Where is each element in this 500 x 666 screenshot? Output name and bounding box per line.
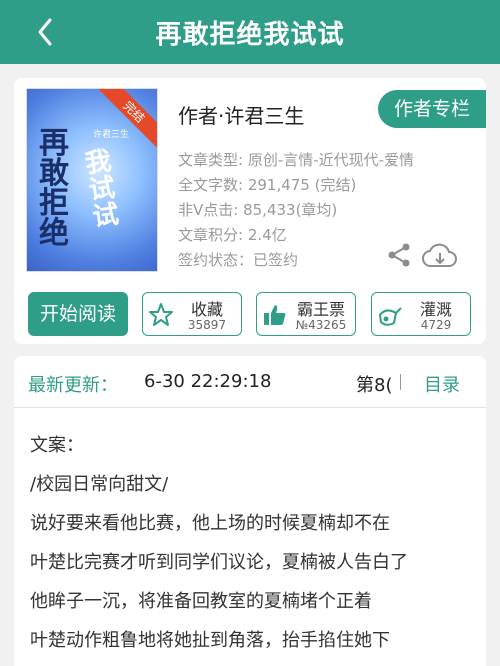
content-panel: 最新更新： 6-30 22:29:18 第8( 目录 文案： /校园日常向甜文/… (14, 356, 486, 666)
author-column-button[interactable]: 作者专栏 (378, 90, 486, 128)
cover-title-part-b: 我试试 (83, 146, 121, 233)
favorite-button[interactable]: 收藏 35897 (142, 292, 242, 336)
page-title: 再敢拒绝我试试 (155, 20, 345, 50)
directory-link[interactable]: 目录 (424, 371, 460, 397)
star-icon (149, 303, 173, 326)
overlord-ticket-count: №43265 (295, 318, 347, 332)
meta-clicks: 非V点击: 85,433(章均) (178, 201, 338, 219)
description-line: 文案： (30, 435, 84, 456)
cover-author: 许君三生 (93, 130, 130, 140)
cover-title-part-a: 再敢拒绝 (39, 126, 69, 251)
overlord-ticket-label: 霸王票 (296, 300, 345, 319)
book-description: 文案： /校园日常向甜文/ 说好要来看他比赛，他上场的时候夏楠却不在 叶楚比完赛… (30, 426, 480, 660)
completed-ribbon: 完结 (95, 89, 157, 151)
book-meta: 文章类型: 原创-言情-近代现代-爱情 全文字数: 291,475 (完结) 非… (178, 148, 414, 273)
latest-update-label: 最新更新： (28, 375, 118, 396)
meta-category: 文章类型: 原创-言情-近代现代-爱情 (178, 151, 415, 169)
meta-word-count: 全文字数: 291,475 (完结) (178, 176, 357, 194)
watering-can-icon (378, 307, 402, 326)
description-line: 他眸子一沉，将准备回教室的夏楠堵个正着 (30, 591, 372, 612)
author-name[interactable]: 作者·许君三生 (178, 100, 304, 129)
latest-update-time: 6-30 22:29:18 (144, 371, 272, 392)
meta-contract: 签约状态：已签约 (178, 251, 299, 269)
irrigate-button[interactable]: 灌溉 4729 (371, 292, 471, 336)
irrigate-label: 灌溉 (419, 300, 452, 319)
thumbs-up-icon (264, 305, 286, 325)
share-icon[interactable] (386, 242, 412, 268)
start-reading-button[interactable]: 开始阅读 (28, 292, 128, 336)
description-line: 叶楚动作粗鲁地将她扯到角落，抬手掐住她下 (30, 630, 390, 651)
description-line: 说好要来看他比赛，他上场的时候夏楠却不在 (30, 513, 390, 534)
favorite-label: 收藏 (190, 300, 223, 319)
book-cover[interactable]: 完结 许君三生 再敢拒绝 我试试 (26, 88, 158, 272)
description-line: 叶楚比完赛才听到同学们议论，夏楠被人告白了 (30, 552, 408, 573)
meta-score: 文章积分: 2.4亿 (178, 226, 287, 244)
latest-update-row[interactable]: 最新更新： 6-30 22:29:18 第8( 目录 (14, 356, 486, 408)
top-bar: 再敢拒绝我试试 (0, 0, 500, 64)
cloud-download-icon[interactable] (422, 242, 458, 270)
irrigate-count: 4729 (420, 318, 452, 332)
latest-chapter: 第8( (356, 375, 393, 396)
favorite-count: 35897 (187, 318, 227, 332)
book-info-card: 完结 许君三生 再敢拒绝 我试试 作者·许君三生 作者专栏 文章类型: 原创-言… (14, 78, 486, 344)
description-line: /校园日常向甜文/ (30, 474, 169, 495)
divider (400, 374, 401, 390)
overlord-ticket-button[interactable]: 霸王票 №43265 (256, 292, 356, 336)
